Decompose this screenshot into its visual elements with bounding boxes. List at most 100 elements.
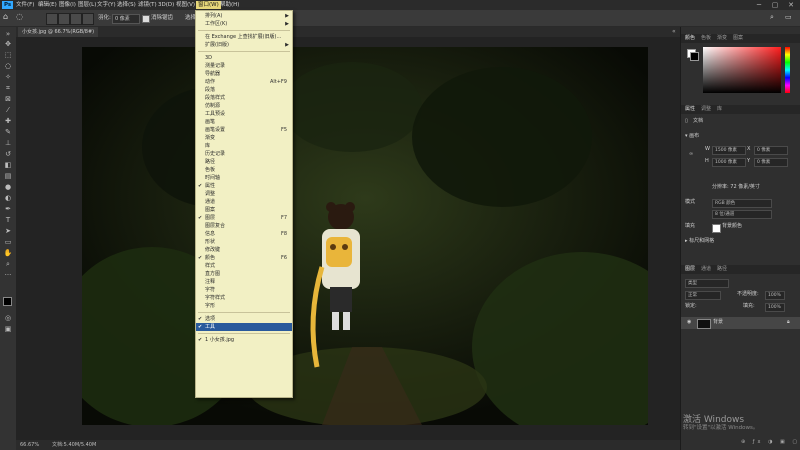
more-tools-icon[interactable]: ··· bbox=[3, 272, 13, 279]
history-brush-icon[interactable]: ↺ bbox=[3, 151, 13, 158]
color-picker-field[interactable] bbox=[703, 47, 781, 93]
tab-properties[interactable]: 属性 bbox=[685, 105, 695, 114]
window-menu-item[interactable]: ✔ 选项 bbox=[196, 315, 292, 323]
window-menu-item[interactable]: 库 bbox=[196, 142, 292, 150]
panel-collapse-icon[interactable]: « bbox=[672, 28, 676, 35]
window-menu-item[interactable]: 字形 bbox=[196, 302, 292, 310]
zoom-tool-icon[interactable]: ⌕ bbox=[3, 261, 13, 268]
window-menu-item[interactable]: 形状 bbox=[196, 238, 292, 246]
canvas-section-header[interactable]: ▾ 画布 bbox=[685, 133, 699, 140]
workspace-icon[interactable]: ▭ bbox=[785, 13, 792, 21]
tab-gradients[interactable]: 渐变 bbox=[717, 34, 727, 43]
foreground-color-swatch[interactable] bbox=[3, 297, 12, 306]
window-menu-item[interactable]: ✔ 属性 bbox=[196, 182, 292, 190]
mode-select[interactable]: RGB 颜色 bbox=[712, 199, 772, 208]
window-menu-item[interactable]: 样式 bbox=[196, 262, 292, 270]
window-menu-item[interactable]: 路径 bbox=[196, 158, 292, 166]
window-menu-item[interactable]: 调整 bbox=[196, 190, 292, 198]
window-menu-item[interactable]: 图层复合 bbox=[196, 222, 292, 230]
status-zoom[interactable]: 66.67% bbox=[20, 440, 39, 450]
window-menu-item[interactable]: 段落 bbox=[196, 86, 292, 94]
home-icon[interactable]: ⌂ bbox=[3, 13, 8, 21]
link-icon[interactable]: ∞ bbox=[689, 151, 693, 158]
window-menu-item[interactable]: 渐变 bbox=[196, 134, 292, 142]
tab-color[interactable]: 颜色 bbox=[685, 34, 695, 43]
opacity-field[interactable]: 100% bbox=[765, 291, 785, 300]
menu-select[interactable]: 选择(S) bbox=[115, 1, 138, 9]
bits-select[interactable]: 8 位/通道 bbox=[712, 210, 772, 219]
subtract-selection-icon[interactable] bbox=[70, 13, 82, 25]
search-icon[interactable]: ⌕ bbox=[770, 13, 774, 21]
window-menu-item[interactable]: ✔ 1 小女孩.jpg bbox=[196, 336, 292, 344]
visibility-eye-icon[interactable]: ◉ bbox=[687, 319, 691, 326]
window-menu-item[interactable]: ✔ 图层 F7 bbox=[196, 214, 292, 222]
menu-file[interactable]: 文件(F) bbox=[14, 1, 36, 9]
brush-tool-icon[interactable]: ✎ bbox=[3, 129, 13, 136]
intersect-selection-icon[interactable] bbox=[82, 13, 94, 25]
tab-paths[interactable]: 路径 bbox=[717, 265, 727, 274]
window-menu-item[interactable]: 修改键 bbox=[196, 246, 292, 254]
x-field[interactable]: 0 像素 bbox=[754, 146, 788, 155]
window-menu-item[interactable]: 仿制源 bbox=[196, 102, 292, 110]
window-menu-item[interactable]: 注释 bbox=[196, 278, 292, 286]
window-menu-item[interactable]: 测量记录 bbox=[196, 62, 292, 70]
layer-actions-icons[interactable]: ⊕ ƒx ◑ ▣ ▢ ⌫ bbox=[741, 439, 800, 446]
add-selection-icon[interactable] bbox=[58, 13, 70, 25]
close-icon[interactable]: ✕ bbox=[784, 0, 798, 10]
window-menu-item[interactable]: ✔ 工具 bbox=[196, 323, 292, 331]
tab-patterns[interactable]: 图案 bbox=[733, 34, 743, 43]
minimize-icon[interactable]: ─ bbox=[752, 0, 766, 10]
path-selection-icon[interactable]: ➤ bbox=[3, 228, 13, 235]
fill-swatch[interactable] bbox=[712, 224, 721, 233]
window-menu-item[interactable]: 工作区(K) ▶ bbox=[196, 20, 292, 28]
y-field[interactable]: 0 像素 bbox=[754, 158, 788, 167]
dodge-tool-icon[interactable]: ◐ bbox=[3, 195, 13, 202]
crop-tool-icon[interactable]: ⌗ bbox=[3, 85, 13, 92]
window-menu-item[interactable]: 导航器 bbox=[196, 70, 292, 78]
layer-fill-field[interactable]: 100% bbox=[765, 303, 785, 312]
tab-layers[interactable]: 图层 bbox=[685, 265, 695, 274]
tab-channels[interactable]: 通道 bbox=[701, 265, 711, 274]
magic-wand-icon[interactable]: ✧ bbox=[3, 74, 13, 81]
layer-row[interactable]: ◉ 背景 🔒︎ bbox=[681, 317, 800, 329]
antialias-checkbox[interactable] bbox=[142, 15, 150, 23]
window-menu-item[interactable]: 排列(A) ▶ bbox=[196, 12, 292, 20]
tab-libraries[interactable]: 库 bbox=[717, 105, 722, 114]
window-menu-item[interactable]: 扩展(旧版) ▶ bbox=[196, 41, 292, 49]
window-menu-item[interactable]: 信息 F8 bbox=[196, 230, 292, 238]
window-menu-item[interactable]: 工具预设 bbox=[196, 110, 292, 118]
menu-image[interactable]: 图像(I) bbox=[57, 1, 78, 9]
hand-tool-icon[interactable]: ✋ bbox=[3, 250, 13, 257]
collapse-icon[interactable]: » bbox=[3, 31, 13, 38]
marquee-tool-icon[interactable]: ⬚ bbox=[3, 52, 13, 59]
document-tab[interactable]: 小女孩.jpg @ 66.7%(RGB/8#) bbox=[18, 27, 99, 37]
type-tool-icon[interactable]: T bbox=[3, 217, 13, 224]
blend-mode-select[interactable]: 正常 bbox=[685, 291, 721, 300]
window-menu-item[interactable]: 时间轴 bbox=[196, 174, 292, 182]
tab-adjustments[interactable]: 调整 bbox=[701, 105, 711, 114]
clone-stamp-icon[interactable]: ⊥ bbox=[3, 140, 13, 147]
eraser-tool-icon[interactable]: ◧ bbox=[3, 162, 13, 169]
gradient-tool-icon[interactable]: ▤ bbox=[3, 173, 13, 180]
window-menu-item[interactable]: 直方图 bbox=[196, 270, 292, 278]
healing-brush-icon[interactable]: ✚ bbox=[3, 118, 13, 125]
blur-tool-icon[interactable]: ● bbox=[3, 184, 13, 191]
menu-edit[interactable]: 编辑(E) bbox=[36, 1, 59, 9]
canvas-area[interactable] bbox=[16, 37, 680, 440]
window-menu-item[interactable]: 在 Exchange 上查找扩展(旧版)... bbox=[196, 33, 292, 41]
window-menu-item[interactable]: 画笔 bbox=[196, 118, 292, 126]
window-menu-item[interactable]: 通道 bbox=[196, 198, 292, 206]
menu-view[interactable]: 视图(V) bbox=[174, 1, 197, 9]
tab-swatches[interactable]: 色板 bbox=[701, 34, 711, 43]
menu-help[interactable]: 帮助(H) bbox=[218, 1, 241, 9]
maximize-icon[interactable]: ▢ bbox=[768, 0, 782, 10]
height-field[interactable]: 1000 像素 bbox=[712, 158, 746, 167]
width-field[interactable]: 1500 像素 bbox=[712, 146, 746, 155]
screen-mode-icon[interactable]: ▣ bbox=[3, 326, 13, 333]
layer-name[interactable]: 背景 bbox=[713, 319, 723, 326]
eyedropper-icon[interactable]: ⁄ bbox=[3, 107, 13, 114]
window-menu-item[interactable]: 历史记录 bbox=[196, 150, 292, 158]
panel-bg-swatch[interactable] bbox=[690, 52, 699, 61]
window-menu-item[interactable]: 动作 Alt+F9 bbox=[196, 78, 292, 86]
window-menu-item[interactable]: ✔ 颜色 F6 bbox=[196, 254, 292, 262]
